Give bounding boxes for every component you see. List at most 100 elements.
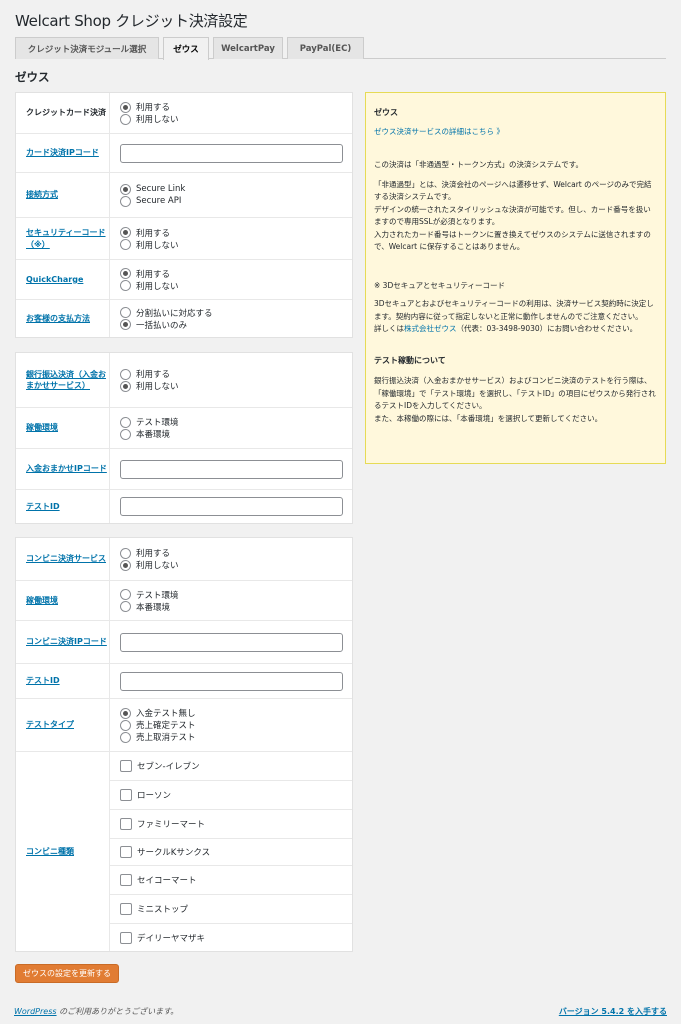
radio-icon[interactable] (120, 239, 131, 250)
sales-confirm-test-radio[interactable]: 売上確定テスト (120, 719, 352, 731)
row-conv-env: 稼働環境 テスト環境 本番環境 (16, 580, 352, 620)
radio-icon[interactable] (120, 319, 131, 330)
conv-env-label-link[interactable]: 稼働環境 (26, 595, 58, 607)
info-test-title: テスト稼動について (374, 355, 446, 365)
conv-nouse-radio[interactable]: 利用しない (120, 559, 352, 571)
zeus-info-box: ゼウス ゼウス決済サービスの詳細はこちら 》 この決済は「非通過型・トークン方式… (365, 92, 666, 464)
row-credit: クレジットカード決済 利用する 利用しない (16, 93, 352, 133)
save-zeus-settings-button[interactable]: ゼウスの設定を更新する (15, 964, 119, 983)
store-lawson[interactable]: ローソン (110, 781, 352, 810)
tab-module-select[interactable]: クレジット決済モジュール選択 (15, 37, 159, 59)
wordpress-link[interactable]: WordPress (14, 1007, 57, 1016)
radio-icon[interactable] (120, 101, 131, 113)
radio-icon[interactable] (120, 559, 131, 571)
get-version-link[interactable]: バージョン 5.4.2 を入手する (559, 1006, 667, 1017)
secure-link-radio[interactable]: Secure Link (120, 183, 352, 195)
bank-test-env-radio[interactable]: テスト環境 (120, 416, 352, 428)
checkbox-icon[interactable] (120, 817, 132, 830)
radio-icon[interactable] (120, 368, 131, 380)
bank-ip-input[interactable] (120, 459, 343, 479)
conv-ip-input[interactable] (120, 632, 343, 652)
info-p1: この決済は「非通過型・トークン方式」の決済システムです。 (374, 160, 584, 169)
secure-api-radio[interactable]: Secure API (120, 195, 352, 207)
connection-label-link[interactable]: 接続方式 (26, 189, 58, 201)
card-ip-input[interactable] (120, 143, 343, 163)
security-label-link[interactable]: セキュリティーコード（※） (26, 227, 109, 250)
radio-icon[interactable] (120, 183, 131, 195)
no-deposit-test-radio[interactable]: 入金テスト無し (120, 707, 352, 719)
tab-paypal[interactable]: PayPal(EC) (287, 37, 364, 59)
radio-icon[interactable] (120, 416, 131, 428)
conv-test-env-radio[interactable]: テスト環境 (120, 589, 352, 601)
conv-prod-env-radio[interactable]: 本番環境 (120, 601, 352, 613)
bank-env-label-link[interactable]: 稼働環境 (26, 422, 58, 434)
checkbox-icon[interactable] (120, 846, 132, 858)
credit-use-radio[interactable]: 利用する (120, 101, 352, 113)
conv-testid-label-link[interactable]: テストID (26, 675, 60, 687)
radio-icon[interactable] (120, 547, 131, 559)
bank-label-link[interactable]: 銀行振込決済（入金おまかせサービス） (26, 369, 109, 392)
store-familymart[interactable]: ファミリーマート (110, 810, 352, 839)
radio-icon[interactable] (120, 195, 131, 207)
store-daily-yamazaki[interactable]: デイリーヤマザキ (110, 924, 352, 951)
radio-icon[interactable] (120, 113, 131, 125)
radio-icon[interactable] (120, 428, 131, 440)
store-circlek-sunkus[interactable]: サークルKサンクス (110, 839, 352, 867)
zeus-company-link[interactable]: 株式会社ゼウス (404, 324, 457, 333)
checkbox-icon[interactable] (120, 903, 132, 916)
payment-method-label-link[interactable]: お客様の支払方法 (26, 313, 90, 325)
checkbox-icon[interactable] (120, 788, 132, 801)
sales-cancel-test-radio[interactable]: 売上取消テスト (120, 731, 352, 743)
radio-icon[interactable] (120, 719, 131, 731)
radio-icon[interactable] (120, 380, 131, 392)
zeus-details-link[interactable]: ゼウス決済サービスの詳細はこちら 》 (374, 127, 504, 136)
radio-icon[interactable] (120, 280, 131, 291)
credit-label: クレジットカード決済 (26, 108, 106, 118)
conv-label-link[interactable]: コンビニ決済サービス (26, 553, 106, 565)
row-connection: 接続方式 Secure Link Secure API (16, 172, 352, 217)
row-conv-ip: コンビニ決済IPコード (16, 620, 352, 663)
conv-ip-label-link[interactable]: コンビニ決済IPコード (26, 636, 107, 648)
installment-radio[interactable]: 分割払いに対応する (120, 307, 352, 319)
checkbox-icon[interactable] (120, 874, 132, 887)
security-nouse-radio[interactable]: 利用しない (120, 239, 352, 251)
bank-use-radio[interactable]: 利用する (120, 368, 352, 380)
tab-welcartpay[interactable]: WelcartPay (213, 37, 283, 59)
radio-icon[interactable] (120, 227, 131, 238)
radio-icon[interactable] (120, 731, 131, 743)
row-bank-env: 稼働環境 テスト環境 本番環境 (16, 407, 352, 448)
store-seven-eleven[interactable]: セブン-イレブン (110, 752, 352, 781)
row-bank-testid: テストID (16, 489, 352, 523)
bank-ip-label-link[interactable]: 入金おまかせIPコード (26, 463, 107, 475)
conv-use-radio[interactable]: 利用する (120, 547, 352, 559)
row-test-type: テストタイプ 入金テスト無し 売上確定テスト 売上取消テスト (16, 698, 352, 751)
test-type-label-link[interactable]: テストタイプ (26, 719, 74, 731)
radio-icon[interactable] (120, 307, 131, 318)
radio-icon[interactable] (120, 601, 131, 612)
info-p5: 銀行振込決済（入金おまかせサービス）およびコンビニ決済のテストを行う際は、「稼働… (374, 376, 656, 423)
store-ministop[interactable]: ミニストップ (110, 895, 352, 925)
conv-kinds-label-link[interactable]: コンビニ種類 (26, 846, 74, 858)
info-p4: 詳しくは株式会社ゼウス（代表：03-3498-9030）にお問い合わせください。 (374, 324, 638, 333)
bank-settings-card: 銀行振込決済（入金おまかせサービス） 利用する 利用しない 稼働環境 テスト環境… (15, 352, 353, 524)
radio-icon[interactable] (120, 707, 131, 719)
bank-prod-env-radio[interactable]: 本番環境 (120, 428, 352, 440)
credit-settings-card: クレジットカード決済 利用する 利用しない カード決済IPコード 接続方式 Se… (15, 92, 353, 338)
bank-nouse-radio[interactable]: 利用しない (120, 380, 352, 392)
credit-nouse-radio[interactable]: 利用しない (120, 113, 352, 125)
card-ip-label-link[interactable]: カード決済IPコード (26, 147, 99, 159)
lump-sum-radio[interactable]: 一括払いのみ (120, 319, 352, 331)
bank-testid-input[interactable] (120, 497, 343, 516)
radio-icon[interactable] (120, 268, 131, 279)
checkbox-icon[interactable] (120, 931, 132, 944)
tab-zeus[interactable]: ゼウス (163, 37, 209, 60)
radio-icon[interactable] (120, 589, 131, 600)
quickcharge-label-link[interactable]: QuickCharge (26, 274, 83, 286)
store-seicomart[interactable]: セイコーマート (110, 866, 352, 896)
quickcharge-use-radio[interactable]: 利用する (120, 268, 352, 280)
checkbox-icon[interactable] (120, 759, 132, 772)
bank-testid-label-link[interactable]: テストID (26, 501, 60, 513)
security-use-radio[interactable]: 利用する (120, 227, 352, 239)
conv-testid-input[interactable] (120, 671, 343, 691)
quickcharge-nouse-radio[interactable]: 利用しない (120, 280, 352, 292)
